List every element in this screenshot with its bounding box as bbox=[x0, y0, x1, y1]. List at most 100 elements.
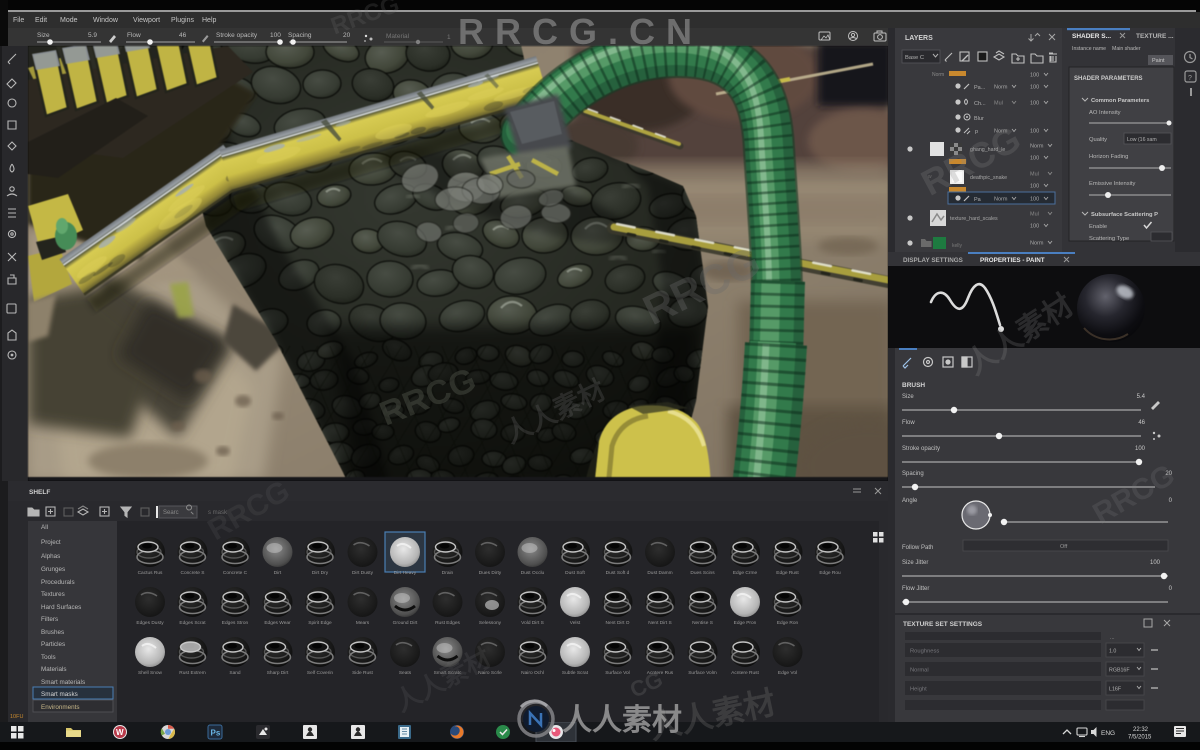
svg-text:Grunges: Grunges bbox=[41, 566, 65, 573]
svg-text:Nentise S: Nentise S bbox=[692, 620, 713, 626]
svg-text:100: 100 bbox=[1030, 101, 1039, 107]
svg-text:L16F: L16F bbox=[1109, 687, 1122, 693]
svg-text:Ch...: Ch... bbox=[974, 101, 986, 107]
svg-text:Angle: Angle bbox=[902, 498, 918, 504]
svg-text:22:32: 22:32 bbox=[1133, 727, 1149, 733]
svg-text:20: 20 bbox=[343, 32, 351, 39]
svg-text:Follow Path: Follow Path bbox=[902, 545, 933, 551]
svg-text:Material: Material bbox=[386, 33, 410, 40]
svg-text:Flow Jitter: Flow Jitter bbox=[902, 586, 929, 592]
svg-text:Ps: Ps bbox=[211, 729, 221, 738]
svg-text:p: p bbox=[975, 129, 978, 135]
svg-text:Edit: Edit bbox=[35, 17, 47, 24]
svg-text:Off: Off bbox=[1060, 544, 1068, 550]
svg-text:Norm: Norm bbox=[994, 129, 1008, 135]
svg-text:Shell Snow: Shell Snow bbox=[138, 670, 163, 676]
svg-text:RGB16F: RGB16F bbox=[1109, 668, 1130, 674]
svg-text:Side Rust: Side Rust bbox=[352, 670, 373, 676]
svg-text:7/5/2015: 7/5/2015 bbox=[1128, 735, 1152, 741]
svg-text:100: 100 bbox=[1030, 184, 1039, 190]
svg-text:5.4: 5.4 bbox=[1137, 394, 1146, 400]
svg-text:Blur: Blur bbox=[974, 116, 984, 122]
svg-text:Rust Extrem: Rust Extrem bbox=[179, 670, 205, 676]
svg-text:Emissive Intensity: Emissive Intensity bbox=[1089, 181, 1135, 187]
svg-text:Ground Dirt: Ground Dirt bbox=[393, 620, 418, 626]
svg-text:AO Intensity: AO Intensity bbox=[1089, 110, 1121, 116]
svg-text:LAYERS: LAYERS bbox=[905, 35, 933, 42]
svg-text:Sharp Dirt: Sharp Dirt bbox=[267, 670, 289, 676]
svg-text:Window: Window bbox=[93, 17, 119, 24]
svg-text:Mul: Mul bbox=[1030, 212, 1039, 218]
svg-text:Nairo Ochl: Nairo Ochl bbox=[521, 670, 544, 676]
svg-text:Surface Volm: Surface Volm bbox=[688, 670, 717, 676]
svg-text:Roughness: Roughness bbox=[910, 649, 939, 655]
svg-text:Edge Vol: Edge Vol bbox=[778, 670, 797, 676]
svg-text:Pa: Pa bbox=[974, 197, 982, 203]
svg-text:Nairo Scrle: Nairo Scrle bbox=[478, 670, 502, 676]
svg-text:Edges Dusty: Edges Dusty bbox=[136, 620, 164, 626]
svg-text:s mask: s mask bbox=[208, 510, 228, 516]
svg-text:5.9: 5.9 bbox=[88, 32, 97, 39]
svg-text:Pa...: Pa... bbox=[974, 85, 986, 91]
svg-text:100: 100 bbox=[1135, 446, 1146, 452]
svg-text:Height: Height bbox=[910, 687, 927, 693]
svg-text:Subsurface Scattering P: Subsurface Scattering P bbox=[1091, 212, 1158, 218]
svg-text:100: 100 bbox=[1030, 129, 1039, 135]
svg-text:Viewport: Viewport bbox=[133, 17, 160, 24]
svg-text:100: 100 bbox=[1030, 224, 1039, 230]
svg-text:Norm: Norm bbox=[1030, 144, 1044, 150]
svg-text:Brushes: Brushes bbox=[41, 629, 64, 636]
svg-text:Spirit Edge: Spirit Edge bbox=[308, 620, 332, 626]
svg-text:Smart Scratc: Smart Scratc bbox=[434, 670, 462, 676]
svg-text:1.0: 1.0 bbox=[1109, 649, 1116, 655]
svg-text:w: w bbox=[928, 174, 932, 180]
svg-text:SHELF: SHELF bbox=[29, 489, 50, 496]
svg-text:Sand: Sand bbox=[229, 670, 241, 676]
svg-text:Dirt Dusty: Dirt Dusty bbox=[352, 570, 374, 576]
svg-text:1: 1 bbox=[447, 34, 451, 41]
svg-text:Nent Dirt S: Nent Dirt S bbox=[648, 620, 671, 626]
svg-text:Dues Scins: Dues Scins bbox=[690, 570, 715, 576]
svg-text:Dust Damm: Dust Damm bbox=[647, 570, 672, 576]
svg-text:Acntere Rust: Acntere Rust bbox=[731, 670, 759, 676]
svg-text:Procedurals: Procedurals bbox=[41, 579, 75, 586]
svg-text:Flow: Flow bbox=[902, 420, 915, 426]
svg-text:Spacing: Spacing bbox=[288, 32, 312, 39]
svg-text:SHADER PARAMETERS: SHADER PARAMETERS bbox=[1074, 76, 1143, 82]
svg-text:100: 100 bbox=[1150, 560, 1161, 566]
svg-text:Enable: Enable bbox=[1089, 224, 1107, 230]
svg-text:Acntere Rus: Acntere Rus bbox=[647, 670, 674, 676]
svg-text:Selessony: Selessony bbox=[479, 620, 502, 626]
svg-text:Environments: Environments bbox=[41, 704, 80, 711]
svg-text:Edge Crme: Edge Crme bbox=[733, 570, 758, 576]
svg-text:Flow: Flow bbox=[127, 32, 141, 39]
svg-text:Instance name: Instance name bbox=[1072, 46, 1106, 52]
svg-text:Norm: Norm bbox=[994, 85, 1008, 91]
svg-text:Nent Dirt O: Nent Dirt O bbox=[606, 620, 630, 626]
svg-text:Textures: Textures bbox=[41, 591, 65, 598]
svg-text:Dirt Dry: Dirt Dry bbox=[312, 570, 329, 576]
svg-text:100: 100 bbox=[270, 32, 281, 39]
svg-text:Alphas: Alphas bbox=[41, 553, 60, 560]
svg-text:SHADER S...: SHADER S... bbox=[1072, 33, 1111, 40]
svg-text:100: 100 bbox=[1030, 85, 1039, 91]
svg-text:Rust Edges: Rust Edges bbox=[435, 620, 460, 626]
svg-text:PROPERTIES - PAINT: PROPERTIES - PAINT bbox=[980, 257, 1045, 264]
svg-text:Dirt Heavy: Dirt Heavy bbox=[394, 570, 417, 576]
svg-text:10FU: 10FU bbox=[10, 714, 23, 720]
svg-text:Filters: Filters bbox=[41, 616, 58, 623]
svg-text:Norm: Norm bbox=[994, 197, 1008, 203]
svg-text:Tools: Tools bbox=[41, 654, 56, 661]
svg-text:100: 100 bbox=[1030, 156, 1039, 162]
svg-text:Help: Help bbox=[202, 17, 217, 24]
svg-text:Materials: Materials bbox=[41, 666, 67, 673]
svg-text:Edges Stron: Edges Stron bbox=[222, 620, 249, 626]
svg-text:Norm: Norm bbox=[1030, 241, 1044, 247]
svg-text:...: ... bbox=[1110, 635, 1115, 641]
svg-text:W: W bbox=[116, 728, 124, 737]
svg-text:Dust Soft: Dust Soft bbox=[565, 570, 585, 576]
svg-text:Low (16 sam: Low (16 sam bbox=[1127, 137, 1157, 143]
svg-text:Mul: Mul bbox=[1030, 172, 1039, 178]
svg-text:Paint: Paint bbox=[1152, 58, 1165, 64]
svg-text:Edge Ron: Edge Ron bbox=[777, 620, 799, 626]
